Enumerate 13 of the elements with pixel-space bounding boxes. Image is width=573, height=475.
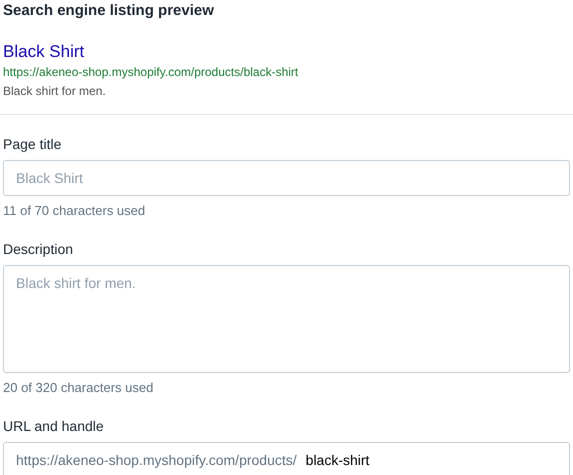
preview-title: Black Shirt xyxy=(3,42,84,62)
field-label: URL and handle xyxy=(3,417,104,435)
field-label: Description xyxy=(3,240,74,258)
character-counter: 20 of 320 characters used xyxy=(3,380,154,396)
preview-url: https://akeneo-shop.myshopify.com/products/black-shirt xyxy=(3,64,300,80)
url-field[interactable]: https://akeneo-shop.myshopify.com/products/ black-shirt xyxy=(3,442,570,475)
section-heading: Search engine listing preview xyxy=(3,2,215,20)
character-counter: 11 of 70 characters used xyxy=(3,203,146,219)
url-prefix: https://akeneo-shop.myshopify.com/products/ xyxy=(16,452,297,468)
preview-description: Black shirt for men. xyxy=(3,83,107,99)
text-field[interactable]: Black Shirt xyxy=(3,160,570,196)
text-area[interactable]: Black shirt for men. xyxy=(3,265,570,373)
field-label: Page title xyxy=(3,135,62,153)
